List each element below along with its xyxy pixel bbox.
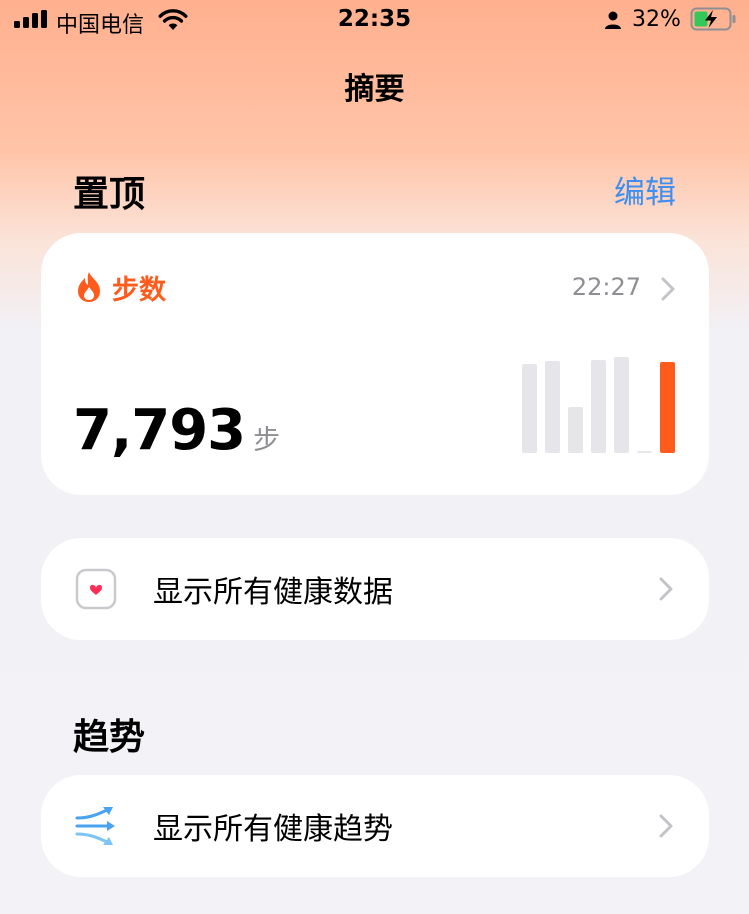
steps-bar (568, 407, 583, 453)
chevron-right-icon (659, 814, 673, 838)
chevron-right-icon (659, 577, 673, 601)
status-bar: 中国电信 22:35 32% (0, 0, 749, 40)
health-heart-icon (75, 568, 117, 610)
steps-bar (522, 364, 537, 453)
steps-bar (591, 360, 606, 453)
flame-icon (78, 272, 100, 302)
trends-section-title: 趋势 (73, 717, 146, 758)
steps-value-row: 7,793 步 (73, 398, 280, 463)
trend-arrows-icon (75, 807, 115, 845)
steps-bar (545, 361, 560, 453)
edit-button[interactable]: 编辑 (614, 167, 676, 212)
show-all-health-trends-button[interactable]: 显示所有健康趋势 (41, 775, 709, 877)
steps-unit: 步 (253, 425, 281, 456)
show-all-health-data-label: 显示所有健康数据 (153, 575, 393, 610)
battery-charging-icon (690, 7, 736, 31)
show-all-health-data-button[interactable]: 显示所有健康数据 (41, 538, 709, 640)
chevron-right-icon (661, 277, 675, 301)
steps-updated-time: 22:27 (571, 273, 641, 301)
steps-mini-chart (522, 357, 675, 453)
steps-card[interactable]: 步数 22:27 7,793 步 (41, 233, 709, 495)
page-title: 摘要 (344, 72, 405, 107)
steps-label: 步数 (112, 274, 166, 306)
person-icon (605, 11, 621, 29)
steps-bar-current (660, 362, 675, 453)
steps-bar (614, 357, 629, 453)
steps-value: 7,793 (73, 398, 246, 463)
show-all-health-trends-label: 显示所有健康趋势 (153, 812, 393, 847)
battery-percentage: 32% (632, 7, 681, 32)
steps-header: 步数 (76, 267, 166, 307)
steps-bar (637, 451, 652, 453)
pinned-section-title: 置顶 (73, 174, 146, 215)
